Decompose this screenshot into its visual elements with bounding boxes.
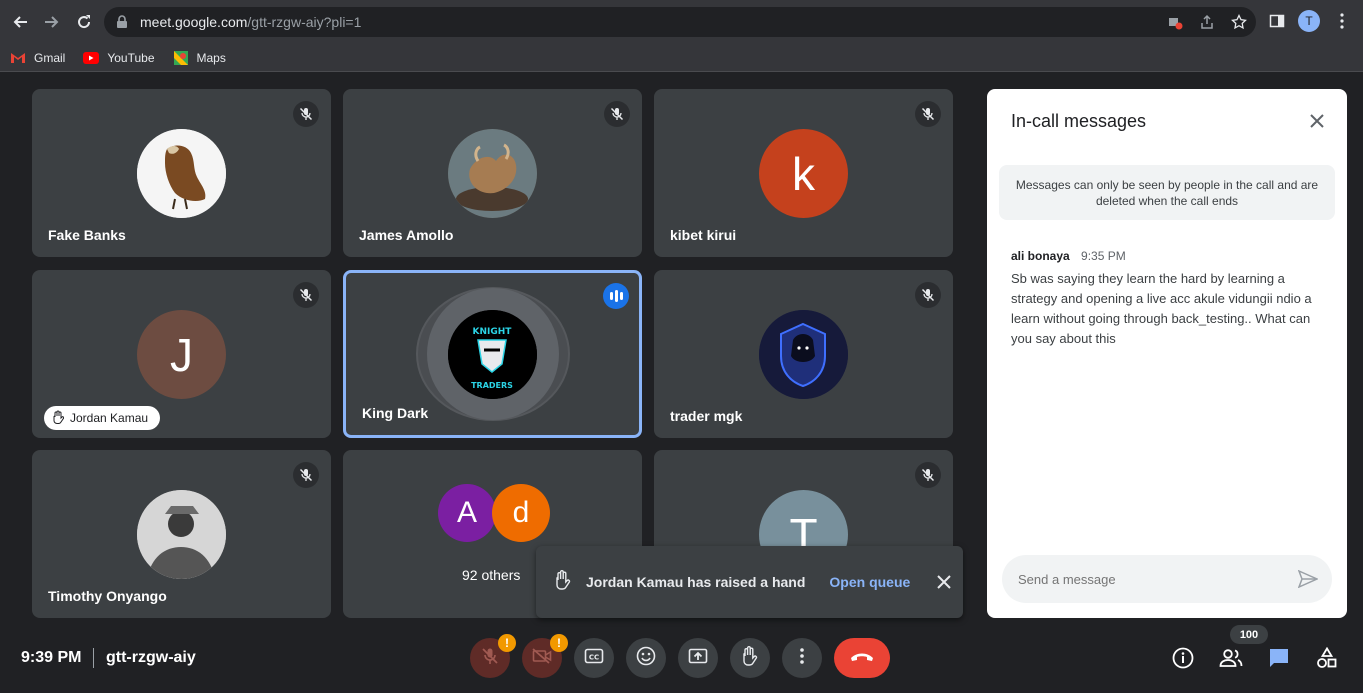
raised-hand-chip: Jordan Kamau xyxy=(44,406,161,430)
profile-avatar[interactable]: T xyxy=(1298,10,1320,32)
youtube-icon xyxy=(83,50,100,66)
participant-tile[interactable]: trader mgk xyxy=(654,270,953,438)
avatar-initial: k xyxy=(759,129,848,218)
close-icon[interactable] xyxy=(934,572,954,592)
present-button[interactable] xyxy=(678,638,718,678)
raised-hand-toast: Jordan Kamau has raised a hand Open queu… xyxy=(536,546,963,618)
address-bar[interactable]: meet.google.com/gtt-rzgw-aiy?pli=1 xyxy=(104,7,1256,37)
bookmark-youtube[interactable]: YouTube xyxy=(83,50,155,66)
divider xyxy=(93,648,94,668)
avatar-initial: d xyxy=(492,484,550,542)
raise-hand-button[interactable] xyxy=(730,638,770,678)
url-host: meet.google.com xyxy=(140,14,248,30)
active-speaker-tile[interactable]: KNIGHT TRADERS King Dark xyxy=(343,270,642,438)
participant-name: trader mgk xyxy=(670,408,743,424)
message-header: ali bonaya 9:35 PM xyxy=(1011,249,1126,263)
emoji-icon xyxy=(636,646,656,671)
participant-name: King Dark xyxy=(362,405,429,421)
more-options-button[interactable] xyxy=(782,638,822,678)
hand-icon xyxy=(554,569,572,595)
message-text: Sb was saying they learn the hard by lea… xyxy=(1011,271,1312,346)
camera-blocked-icon[interactable] xyxy=(1166,13,1184,31)
meeting-info-icon[interactable] xyxy=(1171,646,1195,670)
mic-off-icon xyxy=(481,647,499,670)
captions-button[interactable]: CC xyxy=(574,638,614,678)
avatar-eagle xyxy=(137,129,226,218)
message-input[interactable] xyxy=(1018,571,1278,587)
close-icon[interactable] xyxy=(1305,109,1329,133)
participant-count-badge: 100 xyxy=(1230,625,1268,644)
camera-off-icon xyxy=(532,647,552,669)
bookmarks-bar: Gmail YouTube Maps xyxy=(0,44,1363,72)
microphone-button[interactable]: ! xyxy=(470,634,516,678)
warning-badge: ! xyxy=(550,634,568,652)
avatar-initial: J xyxy=(137,310,226,399)
message-time: 9:35 PM xyxy=(1081,249,1126,263)
participant-name: Fake Banks xyxy=(48,227,126,243)
avatar-bull-bear xyxy=(448,129,537,218)
participant-tile[interactable]: k kibet kirui xyxy=(654,89,953,257)
send-icon[interactable] xyxy=(1298,569,1318,589)
chat-icon[interactable] xyxy=(1267,646,1291,670)
participant-name: kibet kirui xyxy=(670,227,737,243)
reload-icon[interactable] xyxy=(72,10,96,34)
bookmark-star-icon[interactable] xyxy=(1230,13,1248,31)
svg-text:CC: CC xyxy=(589,653,599,661)
message-compose[interactable] xyxy=(1002,555,1332,603)
open-queue-link[interactable]: Open queue xyxy=(829,574,910,590)
people-icon[interactable] xyxy=(1219,646,1243,670)
chat-panel: In-call messages Messages can only be se… xyxy=(987,89,1347,618)
avatar-hooded-figure xyxy=(759,310,848,399)
avatar-photo xyxy=(137,490,226,579)
mic-off-icon xyxy=(915,282,941,308)
leave-call-button[interactable] xyxy=(834,638,890,678)
participant-name: Timothy Onyango xyxy=(48,588,167,604)
forward-icon[interactable] xyxy=(40,10,64,34)
message-sender: ali bonaya xyxy=(1011,249,1070,263)
mic-off-icon xyxy=(915,101,941,127)
meeting-time: 9:39 PM xyxy=(21,649,82,666)
toast-message: Jordan Kamau has raised a hand xyxy=(586,574,806,590)
participant-tile[interactable]: Timothy Onyango xyxy=(32,450,331,618)
share-icon[interactable] xyxy=(1198,13,1216,31)
mic-off-icon xyxy=(293,462,319,488)
svg-text:KNIGHT: KNIGHT xyxy=(473,327,513,337)
url-path: /gtt-rzgw-aiy?pli=1 xyxy=(247,14,362,30)
svg-text:TRADERS: TRADERS xyxy=(471,381,513,390)
mic-off-icon xyxy=(293,282,319,308)
side-panel-icon[interactable] xyxy=(1266,10,1288,32)
captions-icon: CC xyxy=(584,648,604,669)
hang-up-icon xyxy=(850,649,874,667)
bookmark-maps[interactable]: Maps xyxy=(173,50,226,66)
hand-icon xyxy=(52,410,65,427)
participant-name: James Amollo xyxy=(359,227,454,243)
lock-icon xyxy=(116,15,130,29)
back-icon[interactable] xyxy=(8,10,32,34)
mic-off-icon xyxy=(915,462,941,488)
gmail-icon xyxy=(10,50,26,66)
browser-menu-icon[interactable] xyxy=(1332,10,1352,32)
chat-notice: Messages can only be seen by people in t… xyxy=(999,165,1335,220)
warning-badge: ! xyxy=(498,634,516,652)
others-count: 92 others xyxy=(462,567,521,583)
bookmark-gmail[interactable]: Gmail xyxy=(10,50,65,66)
avatar-knight-traders-logo: KNIGHT TRADERS xyxy=(448,310,537,399)
reactions-button[interactable] xyxy=(626,638,666,678)
hand-icon xyxy=(741,645,759,671)
participant-tile[interactable]: J Jordan Kamau xyxy=(32,270,331,438)
activities-icon[interactable] xyxy=(1315,646,1339,670)
participant-tile[interactable]: James Amollo xyxy=(343,89,642,257)
more-vert-icon xyxy=(800,647,804,669)
mic-off-icon xyxy=(604,101,630,127)
present-screen-icon xyxy=(688,648,708,669)
panel-title: In-call messages xyxy=(1011,111,1147,131)
mic-off-icon xyxy=(293,101,319,127)
camera-button[interactable]: ! xyxy=(522,634,568,678)
browser-toolbar: meet.google.com/gtt-rzgw-aiy?pli=1 T xyxy=(0,0,1363,44)
participant-tile[interactable]: Fake Banks xyxy=(32,89,331,257)
avatar-initial: A xyxy=(438,484,496,542)
meeting-code: gtt-rzgw-aiy xyxy=(106,649,196,666)
maps-icon xyxy=(173,50,189,66)
speaking-indicator-icon xyxy=(603,283,629,309)
